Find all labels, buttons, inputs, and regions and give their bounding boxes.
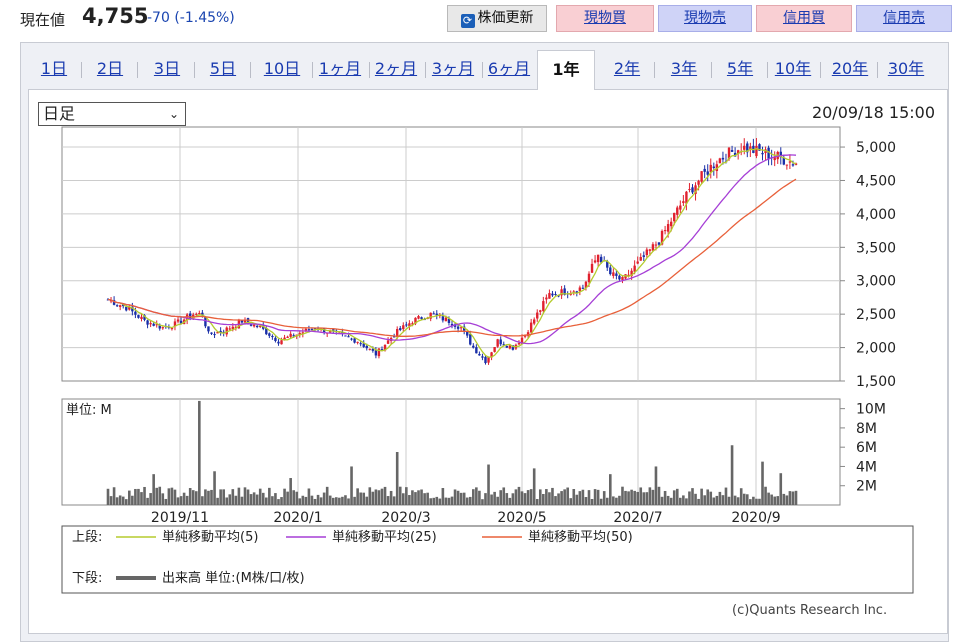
sell-spot-button[interactable]: 現物売 bbox=[658, 5, 752, 32]
tab-7[interactable]: 3ヶ月 bbox=[429, 50, 477, 88]
header-bar: 現在値 4,755 -70 (-1.45%) ⟳ 株価更新 現物買 現物売 信用買… bbox=[0, 0, 961, 40]
tab-10[interactable]: 2年 bbox=[605, 50, 649, 88]
tab-14[interactable]: 20年 bbox=[828, 50, 872, 88]
tab-3[interactable]: 5日 bbox=[201, 50, 245, 88]
refresh-price-button[interactable]: ⟳ 株価更新 bbox=[447, 5, 547, 32]
tab-9[interactable]: 1年 bbox=[537, 50, 595, 90]
tab-13[interactable]: 10年 bbox=[771, 50, 815, 88]
tab-4[interactable]: 10日 bbox=[257, 50, 307, 88]
refresh-icon: ⟳ bbox=[460, 14, 475, 28]
tab-separator bbox=[250, 62, 251, 78]
tab-15[interactable]: 30年 bbox=[884, 50, 928, 88]
tab-5[interactable]: 1ヶ月 bbox=[316, 50, 364, 88]
tab-separator bbox=[767, 62, 768, 78]
tab-separator bbox=[482, 62, 483, 78]
chart-timestamp: 20/09/18 15:00 bbox=[811, 103, 935, 122]
buy-margin-button[interactable]: 信用買 bbox=[756, 5, 852, 32]
tab-separator bbox=[194, 62, 195, 78]
chart-area bbox=[28, 89, 948, 634]
tab-separator bbox=[81, 62, 82, 78]
tab-12[interactable]: 5年 bbox=[718, 50, 762, 88]
current-price-label: 現在値 bbox=[20, 11, 66, 29]
tab-separator bbox=[654, 62, 655, 78]
current-price-value: 4,755 bbox=[82, 4, 149, 28]
tab-6[interactable]: 2ヶ月 bbox=[372, 50, 420, 88]
tab-0[interactable]: 1日 bbox=[32, 50, 76, 88]
tab-8[interactable]: 6ヶ月 bbox=[485, 50, 533, 88]
tab-separator bbox=[137, 62, 138, 78]
price-change: -70 (-1.45%) bbox=[147, 10, 235, 26]
sell-margin-button[interactable]: 信用売 bbox=[856, 5, 952, 32]
tab-separator bbox=[369, 62, 370, 78]
chevron-down-icon: ⌄ bbox=[168, 107, 179, 121]
tab-11[interactable]: 3年 bbox=[662, 50, 706, 88]
tab-2[interactable]: 3日 bbox=[145, 50, 189, 88]
copyright: (c)Quants Research Inc. bbox=[732, 603, 888, 618]
tab-separator bbox=[312, 62, 313, 78]
buy-spot-button[interactable]: 現物買 bbox=[556, 5, 654, 32]
tab-separator bbox=[820, 62, 821, 78]
period-type-select[interactable]: 日足 ⌄ bbox=[38, 102, 186, 126]
tab-separator bbox=[425, 62, 426, 78]
tab-1[interactable]: 2日 bbox=[88, 50, 132, 88]
tab-separator bbox=[711, 62, 712, 78]
tab-separator bbox=[877, 62, 878, 78]
period-type-value: 日足 bbox=[43, 104, 76, 123]
refresh-price-label: 株価更新 bbox=[477, 10, 534, 26]
